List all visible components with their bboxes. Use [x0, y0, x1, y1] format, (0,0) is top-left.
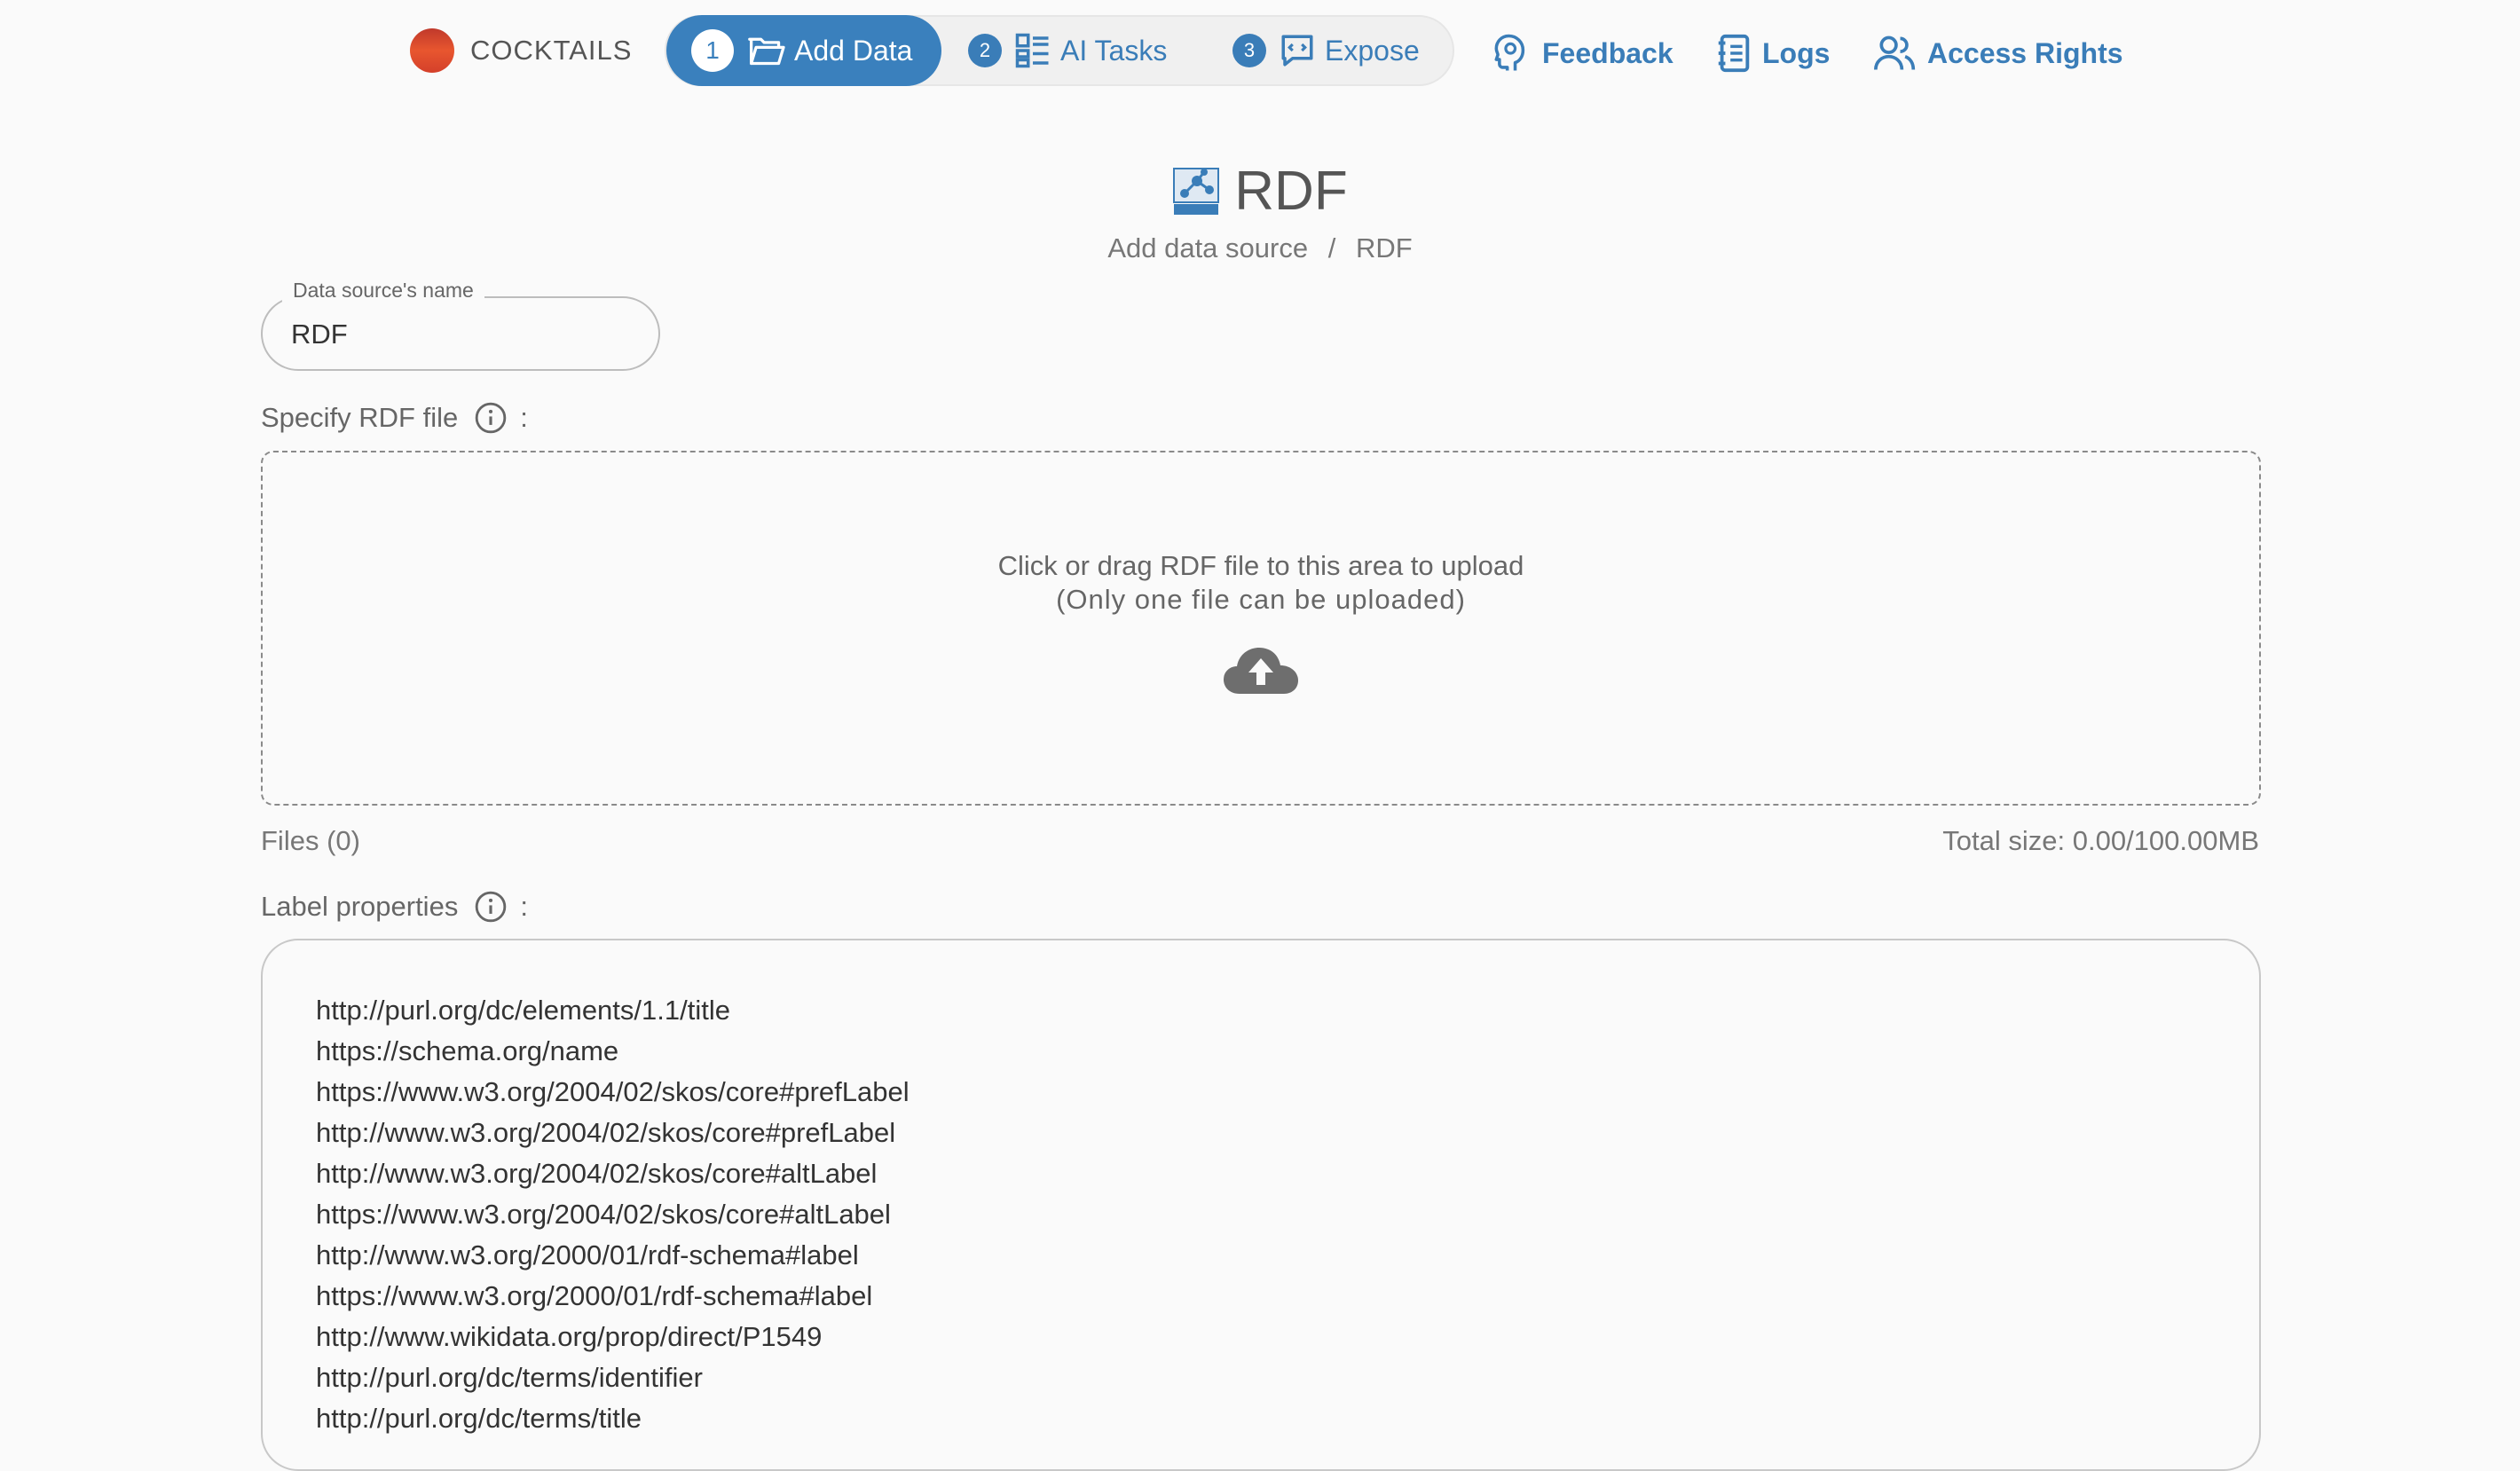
label-properties-label: Label properties :	[261, 890, 528, 924]
total-size: Total size: 0.00/100.00MB	[1942, 825, 2259, 856]
step-label: Expose	[1325, 34, 1420, 67]
list-item: http://purl.org/dc/terms/title	[316, 1403, 642, 1434]
list-item: http://www.w3.org/2000/01/rdf-schema#lab…	[316, 1239, 859, 1270]
dropzone-hint: (Only one file can be uploaded)	[1056, 584, 1466, 615]
list-item: https://www.w3.org/2000/01/rdf-schema#la…	[316, 1280, 873, 1311]
page-title: RDF	[1234, 161, 1348, 222]
head-bulb-icon	[1494, 34, 1525, 71]
breadcrumb-separator: /	[1327, 232, 1336, 264]
data-source-name-label: Data source's name	[282, 279, 484, 303]
step-number: 3	[1232, 34, 1266, 67]
specify-rdf-file-label: Specify RDF file :	[261, 401, 528, 435]
step-label: AI Tasks	[1060, 34, 1168, 67]
users-icon	[1874, 35, 1916, 70]
label-colon: :	[520, 891, 528, 922]
step-label: Add Data	[794, 34, 913, 67]
step-add-data[interactable]: 1 Add Data	[666, 15, 941, 86]
data-source-name-field: Data source's name	[261, 279, 660, 371]
rdf-file-dropzone[interactable]: Click or drag RDF file to this area to u…	[261, 451, 2261, 806]
step-number: 2	[968, 34, 1002, 67]
code-chat-icon	[1281, 35, 1313, 67]
breadcrumb: Add data source / RDF	[0, 232, 2520, 264]
folder-open-icon	[748, 37, 785, 66]
brand-name: COCKTAILS	[470, 35, 633, 66]
dropzone-instruction: Click or drag RDF file to this area to u…	[997, 550, 1524, 581]
list-item: http://www.w3.org/2004/02/skos/core#altL…	[316, 1158, 878, 1189]
info-icon[interactable]	[474, 890, 508, 924]
list-item: http://purl.org/dc/elements/1.1/title	[316, 995, 730, 1026]
nav-feedback[interactable]: Feedback	[1492, 27, 1673, 80]
step-expose[interactable]: 3 Expose	[1232, 17, 1420, 84]
rdf-logo-icon	[1173, 167, 1220, 215]
cloud-upload-icon	[1224, 648, 1298, 694]
list-item: http://purl.org/dc/terms/identifier	[316, 1362, 703, 1393]
workflow-steps: 1 Add Data 2 AI Tasks 3 Expose	[665, 15, 1454, 86]
nav-feedback-label: Feedback	[1542, 36, 1673, 69]
list-item: http://www.w3.org/2004/02/skos/core#pref…	[316, 1117, 896, 1148]
brand[interactable]: COCKTAILS	[410, 28, 632, 73]
nav-logs[interactable]: Logs	[1716, 27, 1830, 80]
task-list-icon	[1015, 33, 1049, 68]
list-item: https://schema.org/name	[316, 1035, 619, 1066]
specify-rdf-file-text: Specify RDF file	[261, 402, 459, 433]
list-item: https://www.w3.org/2004/02/skos/core#pre…	[316, 1076, 910, 1107]
list-item: https://www.w3.org/2004/02/skos/core#alt…	[316, 1199, 891, 1230]
brand-logo-icon	[410, 28, 454, 73]
notebook-icon	[1718, 34, 1750, 73]
nav-access-rights-label: Access Rights	[1927, 36, 2123, 69]
breadcrumb-item: RDF	[1355, 232, 1413, 264]
label-properties-text: Label properties	[261, 891, 459, 922]
label-colon: :	[520, 402, 528, 433]
label-properties-list: http://purl.org/dc/elements/1.1/title ht…	[263, 940, 2259, 1439]
data-source-name-input[interactable]	[289, 314, 639, 355]
step-number: 1	[691, 29, 734, 72]
files-count: Files (0)	[261, 825, 360, 856]
nav-access-rights[interactable]: Access Rights	[1874, 27, 2123, 80]
step-ai-tasks[interactable]: 2 AI Tasks	[968, 17, 1167, 84]
label-properties-textarea[interactable]: http://purl.org/dc/elements/1.1/title ht…	[261, 939, 2261, 1471]
info-icon[interactable]	[474, 401, 508, 435]
breadcrumb-item[interactable]: Add data source	[1107, 232, 1308, 264]
list-item: http://www.wikidata.org/prop/direct/P154…	[316, 1321, 823, 1352]
top-header: COCKTAILS 1 Add Data 2 AI Tasks 3 Expose…	[0, 0, 2520, 106]
nav-logs-label: Logs	[1762, 36, 1831, 69]
page-header: RDF	[0, 160, 2520, 223]
